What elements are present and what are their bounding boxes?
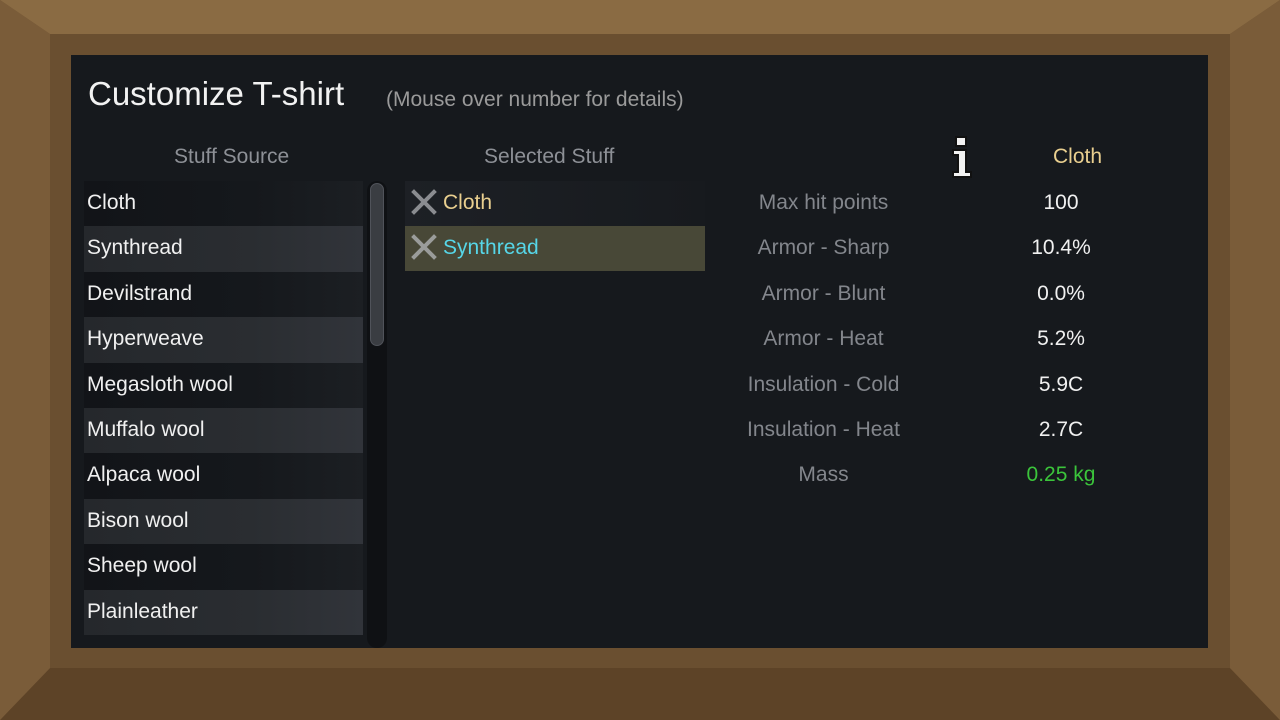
selected-item-label: Cloth bbox=[443, 191, 493, 214]
stuff-source-header: Stuff Source bbox=[174, 145, 290, 168]
info-icon[interactable] bbox=[949, 135, 975, 179]
frame-right bbox=[1230, 0, 1280, 720]
stat-label: Armor - Sharp bbox=[757, 236, 890, 260]
stat-label: Armor - Blunt bbox=[761, 281, 886, 305]
frame-left bbox=[0, 0, 50, 720]
stat-label: Armor - Heat bbox=[763, 327, 884, 351]
stat-label: Mass bbox=[798, 463, 849, 487]
stat-value[interactable]: 5.2% bbox=[961, 316, 1161, 361]
stat-label: Max hit points bbox=[758, 191, 889, 214]
stat-value-mass[interactable]: 0.25 kg bbox=[961, 452, 1161, 497]
source-item[interactable]: Plainleather bbox=[84, 589, 363, 635]
stat-row: Armor - Heat 5.2% bbox=[711, 316, 1171, 361]
stat-row: Mass 0.25 kg bbox=[711, 452, 1171, 497]
source-item[interactable]: Synthread bbox=[84, 226, 363, 272]
stat-row: Armor - Blunt 0.0% bbox=[711, 271, 1171, 316]
stat-value[interactable]: 2.7C bbox=[961, 407, 1161, 452]
selected-stuff-list: Cloth Synthread bbox=[405, 181, 705, 271]
stat-label: Insulation - Heat bbox=[747, 417, 900, 441]
selected-stuff-header: Selected Stuff bbox=[484, 145, 615, 168]
selected-item[interactable]: Cloth bbox=[405, 181, 705, 226]
stat-value[interactable]: 100 bbox=[961, 180, 1161, 225]
customize-dialog: Customize T-shirt (Mouse over number for… bbox=[71, 55, 1208, 648]
stat-label: Insulation - Cold bbox=[747, 372, 900, 396]
source-scrollbar-thumb[interactable] bbox=[370, 183, 384, 346]
stat-row: Insulation - Heat 2.7C bbox=[711, 407, 1171, 452]
frame-top bbox=[0, 0, 1280, 34]
stat-row: Insulation - Cold 5.9C bbox=[711, 362, 1171, 407]
remove-x-icon[interactable] bbox=[411, 189, 437, 215]
frame-bottom bbox=[0, 668, 1280, 720]
source-item[interactable]: Cloth bbox=[84, 181, 363, 227]
dialog-subtitle: (Mouse over number for details) bbox=[386, 88, 684, 111]
stat-value[interactable]: 5.9C bbox=[961, 362, 1161, 407]
remove-x-icon[interactable] bbox=[411, 234, 437, 260]
stat-value[interactable]: 10.4% bbox=[961, 225, 1161, 270]
source-item[interactable]: Bison wool bbox=[84, 498, 363, 545]
stat-row: Max hit points 100 bbox=[711, 180, 1171, 225]
stat-column-header: Cloth bbox=[1053, 145, 1103, 168]
stat-value[interactable]: 0.0% bbox=[961, 271, 1161, 316]
source-item[interactable]: Devilstrand bbox=[84, 271, 363, 318]
selected-item-active[interactable]: Synthread bbox=[405, 226, 705, 271]
source-item[interactable]: Sheep wool bbox=[84, 544, 363, 590]
source-item[interactable]: Alpaca wool bbox=[84, 453, 363, 499]
source-item[interactable]: Megasloth wool bbox=[84, 362, 363, 408]
source-item[interactable]: Hyperweave bbox=[84, 317, 363, 363]
selected-item-label: Synthread bbox=[443, 236, 539, 259]
stat-row: Armor - Sharp 10.4% bbox=[711, 225, 1171, 270]
stats-table: Max hit points 100 Armor - Sharp 10.4% A… bbox=[711, 180, 1171, 498]
dialog-title: Customize T-shirt bbox=[88, 75, 345, 112]
source-item[interactable]: Muffalo wool bbox=[84, 407, 363, 454]
stuff-source-list: Cloth Synthread Devilstrand Hyperweave M… bbox=[84, 181, 363, 648]
